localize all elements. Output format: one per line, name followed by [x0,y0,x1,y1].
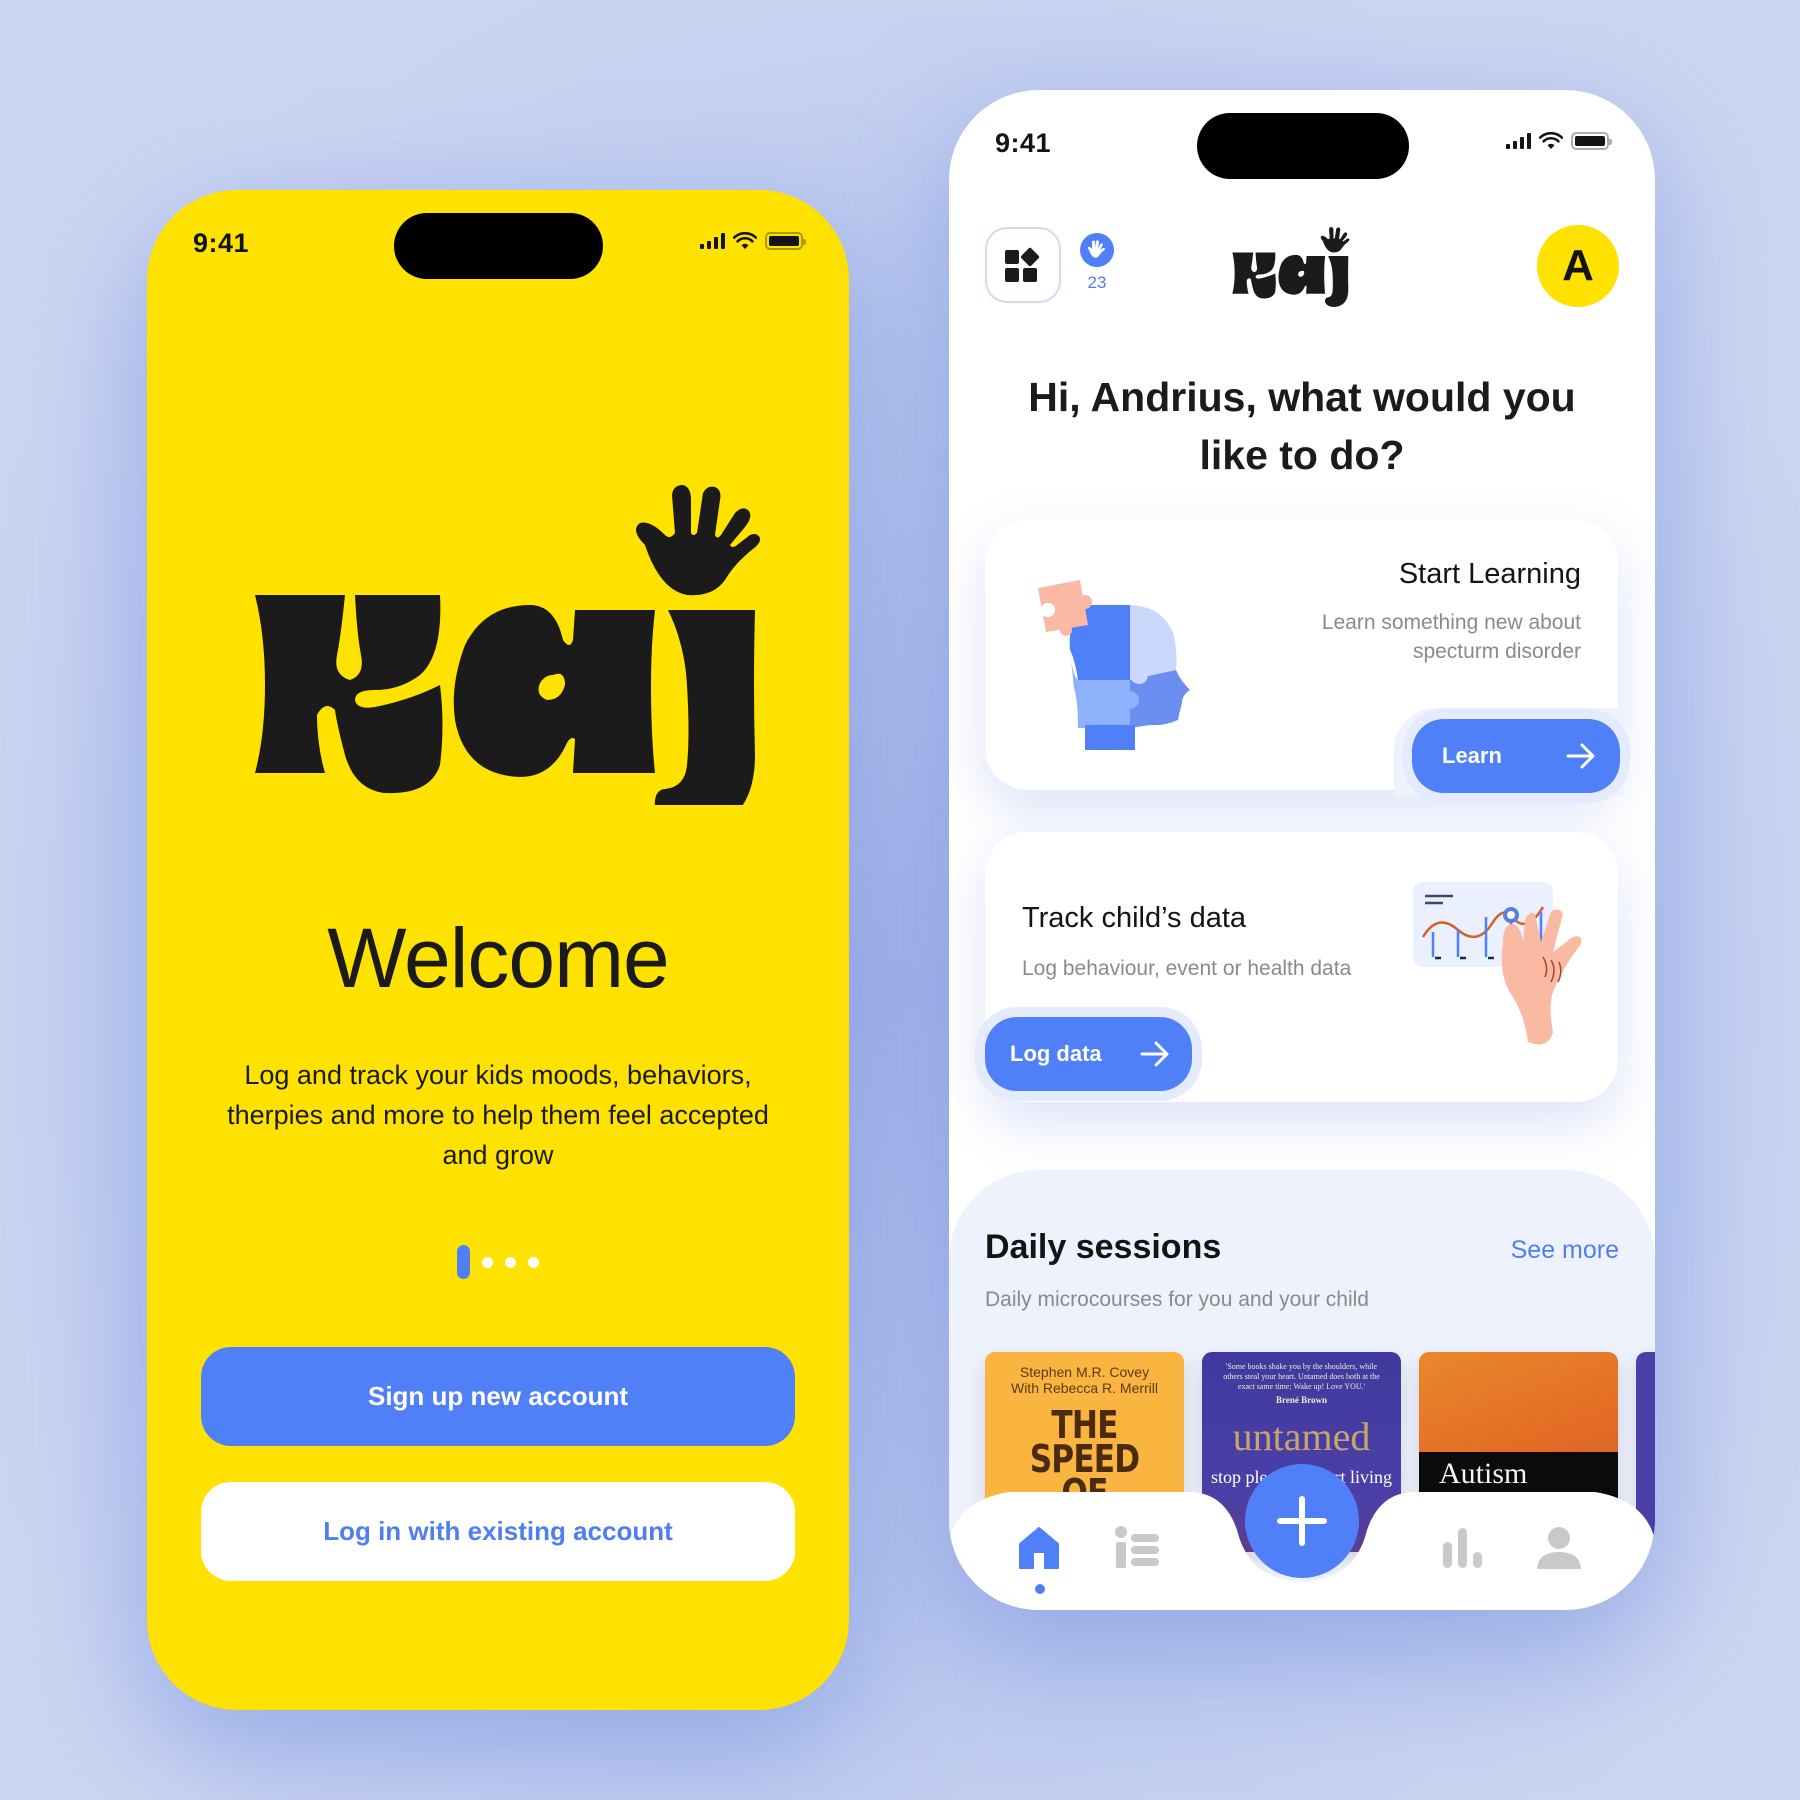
dynamic-island [1197,113,1409,179]
status-time: 9:41 [995,128,1052,158]
top-bar: 23 A [985,225,1619,307]
learn-button-label: Learn [1442,743,1502,768]
pager-dot[interactable] [505,1256,516,1268]
kaj-logo [1232,227,1350,307]
signal-icon [700,233,725,249]
track-card-title: Track child’s data [1022,902,1247,934]
person-icon [1537,1527,1581,1569]
book-author: Brené Brown [1276,1395,1327,1405]
menu-button[interactable] [985,227,1061,303]
nav-home[interactable] [1009,1518,1069,1578]
log-data-button-label: Log data [1010,1041,1102,1066]
welcome-screen: 9:41 Welcome Log and track your kids moo… [147,190,849,1710]
book-author: Stephen M.R. Covey With Rebecca R. Merri… [1010,1364,1159,1396]
add-button[interactable] [1245,1464,1359,1578]
book-quote: 'Some books shake you by the shoulders, … [1223,1362,1380,1391]
welcome-title: Welcome [327,911,670,1005]
wifi-icon [733,232,757,249]
dynamic-island [394,213,603,279]
wave-hand-icon [1087,240,1106,258]
learning-card-subtitle: Learn something new about specturm disor… [1321,611,1581,663]
learning-card-title: Start Learning [1398,558,1581,590]
nav-list[interactable] [1107,1518,1167,1578]
onboarding-pager [147,1245,849,1279]
pager-dot[interactable] [482,1256,493,1268]
battery-icon [765,232,806,250]
bottom-nav [949,1464,1655,1610]
status-icons [1506,132,1612,150]
learn-button[interactable]: Learn [1412,719,1620,793]
pager-dot-active[interactable] [457,1245,470,1279]
waves-counter[interactable]: 23 [1077,233,1117,293]
list-icon [1115,1526,1159,1568]
arrow-right-icon [1566,743,1595,769]
status-bar: 9:41 [949,90,1655,200]
puzzle-head-illustration [1038,580,1190,750]
daily-sessions-subtitle: Daily microcourses for you and your chil… [985,1288,1369,1311]
nav-stats[interactable] [1433,1518,1493,1578]
see-more-link[interactable]: See more [1511,1236,1619,1265]
greeting: Hi, Andrius, what would you like to do? [1028,374,1576,478]
avatar[interactable]: A [1537,225,1619,307]
arrow-right-icon [1140,1041,1169,1067]
pager-dot[interactable] [528,1256,539,1268]
user-name: Andrius, [1090,374,1257,420]
grid-icon [1005,247,1040,282]
battery-icon [1571,132,1612,150]
waves-count: 23 [1087,273,1107,292]
login-button[interactable]: Log in with existing account [201,1482,795,1581]
wifi-icon [1539,132,1563,149]
daily-sessions-title: Daily sessions [985,1228,1222,1266]
status-icons [700,232,806,250]
track-card-subtitle: Log behaviour, event or health data [1022,957,1352,980]
nav-profile[interactable] [1529,1518,1589,1578]
signal-icon [1506,133,1531,149]
bar-chart-icon [1443,1528,1482,1568]
home-screen: 9:41 23 A Hi, Andrius, what would you li… [949,90,1655,1610]
signup-button[interactable]: Sign up new account [201,1347,795,1446]
welcome-description: Log and track your kids moods, behaviors… [227,1060,769,1170]
log-data-button[interactable]: Log data [985,1017,1192,1091]
status-bar: 9:41 [147,190,849,300]
kaj-logo [255,485,761,805]
status-time: 9:41 [193,228,250,258]
home-icon [1019,1527,1059,1569]
chart-hand-illustration [1413,882,1582,1045]
nav-active-indicator [1035,1584,1045,1594]
plus-icon [1277,1496,1327,1546]
book-title: untamed [1232,1414,1371,1459]
